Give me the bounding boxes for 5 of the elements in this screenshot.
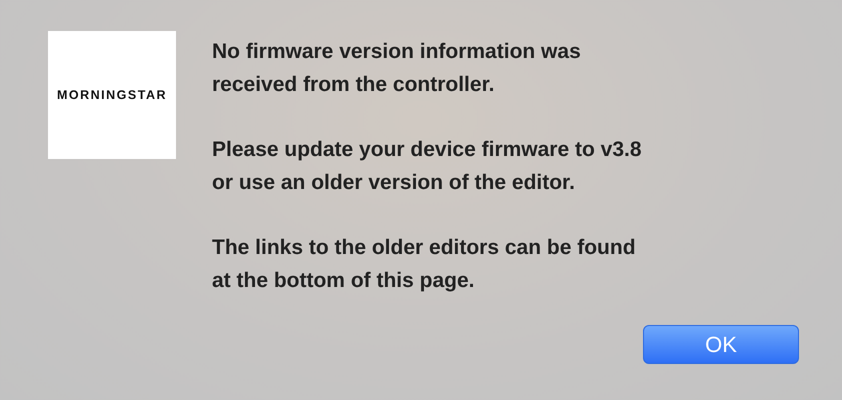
ok-button[interactable]: OK [643, 325, 799, 364]
message-paragraph: No firmware version information was received from the controller. [212, 39, 582, 98]
message-paragraph: Please update your device firmware to v3.8 or use an older version of the editor. [212, 137, 642, 196]
logo-text: MORNINGSTAR [56, 86, 167, 104]
message-paragraph: The links to the older editors can be found at the bottom of this page. [212, 235, 637, 294]
